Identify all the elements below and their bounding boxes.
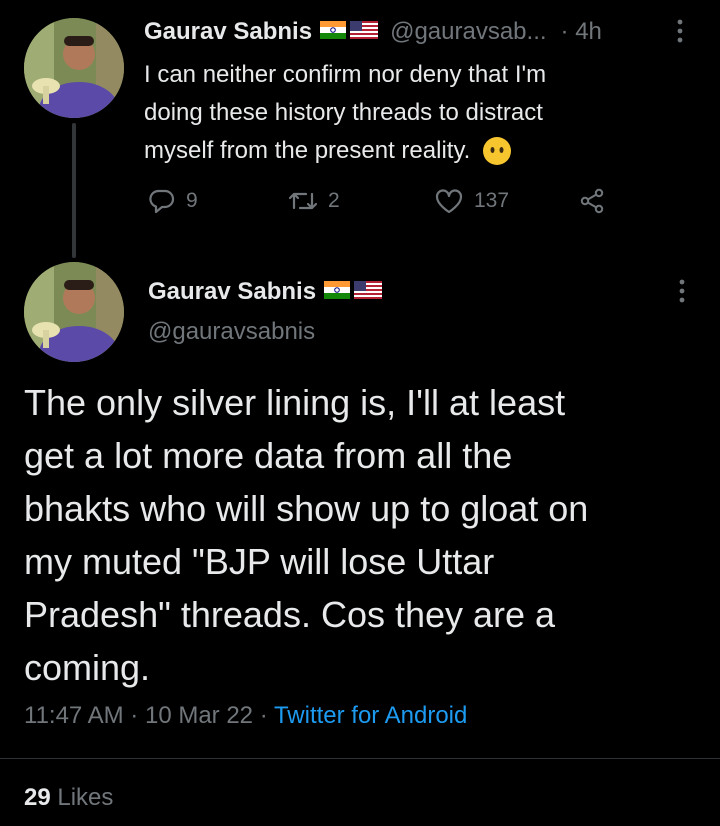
- retweet-button[interactable]: 2: [288, 186, 340, 216]
- likes-summary[interactable]: 29 Likes: [24, 784, 113, 812]
- reply-button[interactable]: 9: [148, 186, 198, 216]
- tweet-date[interactable]: 10 Mar 22: [145, 702, 253, 729]
- tweet1-header: Gaurav Sabnis @gauravsab... · 4h: [144, 16, 602, 48]
- handle[interactable]: @gauravsabnis: [148, 318, 315, 346]
- tweet-line: bhakts who will show up to gloat on: [24, 488, 589, 529]
- retweet-icon: [288, 192, 318, 210]
- source-link[interactable]: Twitter for Android: [274, 702, 467, 729]
- face-without-mouth-emoji-icon: [482, 136, 512, 166]
- tweet-meta: 11:47 AM · 10 Mar 22 · Twitter for Andro…: [24, 702, 467, 730]
- divider: [0, 758, 720, 759]
- handle[interactable]: @gauravsab...: [390, 18, 546, 46]
- tweet2-name-row: Gaurav Sabnis: [148, 276, 383, 308]
- like-button[interactable]: 137: [434, 186, 509, 216]
- reply-count: 9: [186, 189, 198, 212]
- display-name[interactable]: Gaurav Sabnis: [144, 18, 312, 46]
- tweet-line: Pradesh" threads. Cos they are a: [24, 594, 556, 635]
- more-options-icon[interactable]: [672, 18, 688, 44]
- heart-icon: [435, 189, 463, 214]
- india-flag-icon: [320, 18, 347, 46]
- tweet2-text: The only silver lining is, I'll at least…: [24, 376, 704, 694]
- tweet-line: myself from the present reality.: [144, 137, 471, 164]
- tweet-line: I can neither confirm nor deny that I'm: [144, 61, 547, 88]
- thread-connector: [72, 123, 76, 258]
- like-count: 137: [474, 189, 510, 212]
- avatar[interactable]: [24, 262, 124, 362]
- likes-count: 29: [24, 784, 51, 811]
- tweet-line: my muted "BJP will lose Uttar: [24, 541, 495, 582]
- tweet-line: coming.: [24, 647, 151, 688]
- avatar[interactable]: [24, 18, 124, 118]
- india-flag-icon: [324, 278, 351, 306]
- usa-flag-icon: [350, 18, 379, 46]
- more-options-icon[interactable]: [674, 278, 690, 309]
- tweet-line: get a lot more data from all the: [24, 435, 513, 476]
- share-button[interactable]: [578, 186, 616, 216]
- tweet-line: doing these history threads to distract: [144, 99, 543, 126]
- tweet-time[interactable]: 11:47 AM: [24, 702, 124, 729]
- tweet1-text: I can neither confirm nor deny that I'm …: [144, 56, 684, 170]
- share-icon: [580, 188, 604, 214]
- display-name[interactable]: Gaurav Sabnis: [148, 278, 316, 306]
- separator: ·: [130, 702, 139, 729]
- tweet-line: The only silver lining is, I'll at least: [24, 382, 566, 423]
- retweet-count: 2: [328, 189, 340, 212]
- separator: ·: [259, 702, 268, 729]
- reply-icon: [149, 189, 175, 214]
- likes-label: Likes: [57, 784, 114, 811]
- timestamp[interactable]: · 4h: [561, 18, 602, 46]
- usa-flag-icon: [354, 278, 383, 306]
